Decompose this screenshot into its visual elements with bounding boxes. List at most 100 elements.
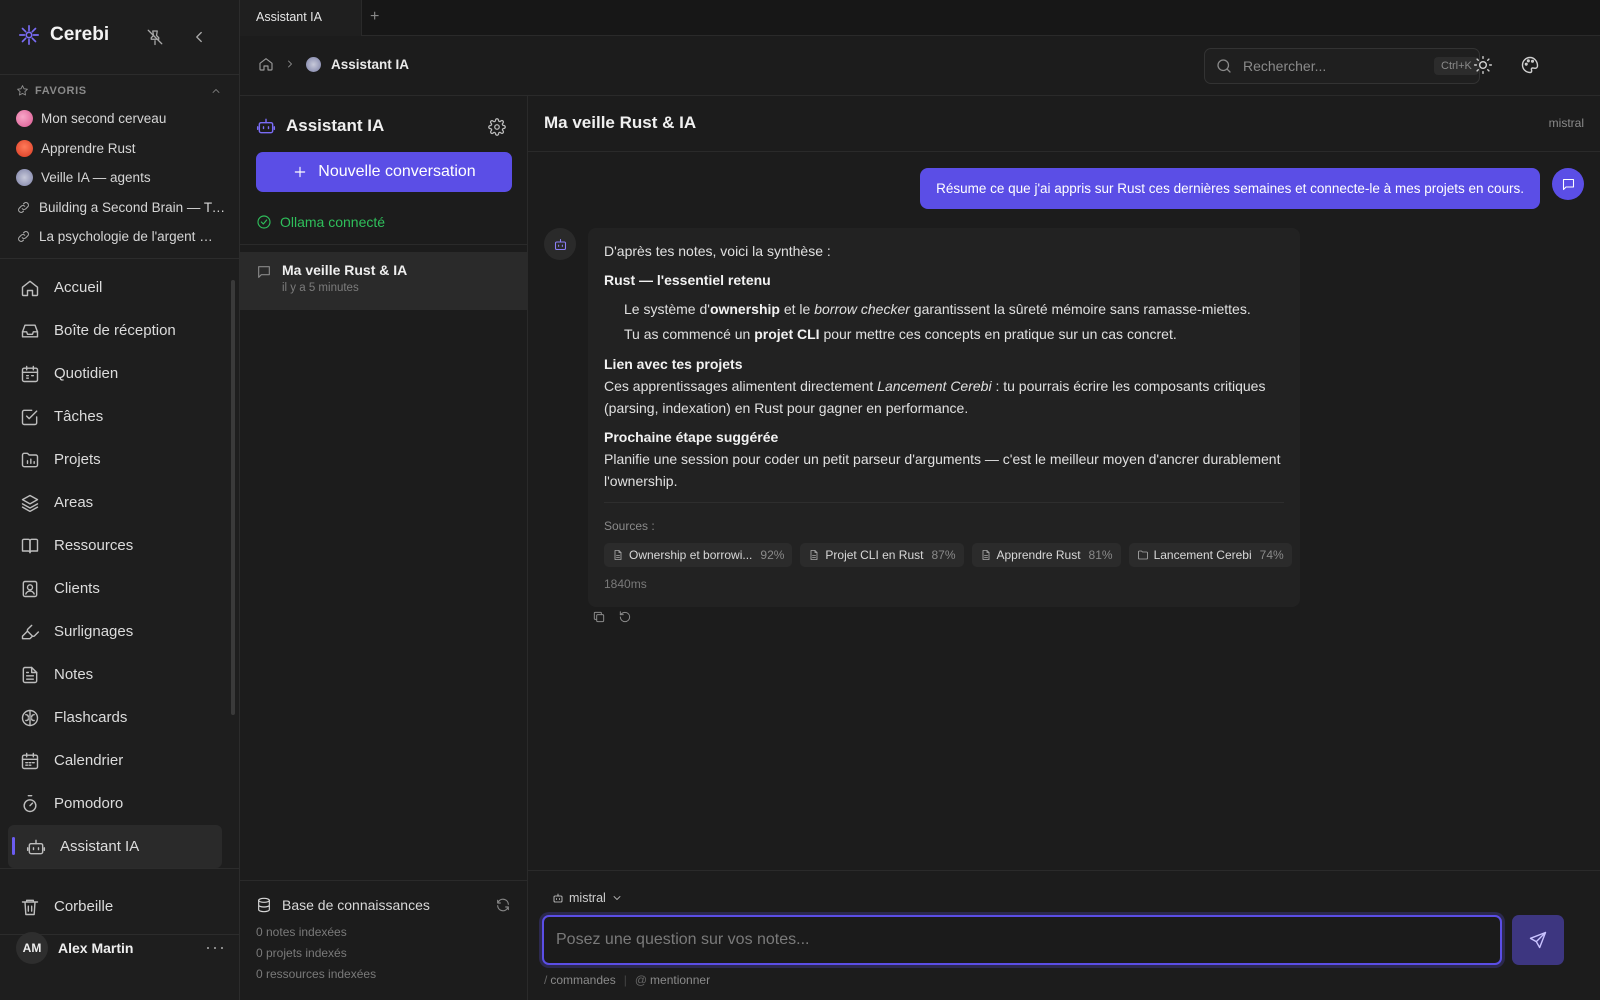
bot-icon bbox=[552, 892, 564, 904]
user-message: Résume ce que j'ai appris sur Rust ces d… bbox=[920, 168, 1540, 209]
brain-icon bbox=[20, 708, 40, 728]
message-actions bbox=[592, 610, 632, 624]
palette-icon[interactable] bbox=[1520, 55, 1540, 75]
inbox-icon bbox=[20, 321, 40, 341]
favorite-item[interactable]: Veille IA — agents bbox=[16, 163, 226, 193]
sun-icon[interactable] bbox=[1473, 55, 1493, 75]
nav-item-taches[interactable]: Tâches bbox=[8, 395, 222, 438]
bot-icon bbox=[26, 837, 46, 857]
nav-item-clients[interactable]: Clients bbox=[8, 567, 222, 610]
ollama-status: Ollama connecté bbox=[256, 214, 385, 230]
composer-hints: / commandes | @ mentionner bbox=[544, 973, 711, 987]
cerebi-logo-icon bbox=[18, 24, 40, 46]
chat-model-label: mistral bbox=[1548, 116, 1584, 130]
star-icon bbox=[16, 84, 29, 97]
sources-list: Ownership et borrowi... 92% Projet CLI en… bbox=[604, 543, 1292, 567]
composer: mistral /commandes | @mentionner bbox=[528, 870, 1600, 1000]
link-icon bbox=[16, 200, 31, 215]
question-input[interactable] bbox=[542, 915, 1502, 965]
new-conversation-button[interactable]: Nouvelle conversation bbox=[256, 152, 512, 192]
file-icon bbox=[612, 549, 624, 561]
chat-area: Ma veille Rust & IA mistral Résume ce qu… bbox=[528, 96, 1600, 1000]
nav-item-assistant-ia[interactable]: Assistant IA bbox=[8, 825, 222, 868]
robot-emoji-icon bbox=[16, 169, 33, 187]
breadcrumb-current[interactable]: Assistant IA bbox=[331, 57, 409, 72]
copy-icon[interactable] bbox=[592, 610, 606, 624]
conversation-panel: Assistant IA Nouvelle conversation Ollam… bbox=[240, 96, 528, 1000]
user-name: Alex Martin bbox=[58, 940, 134, 956]
bot-icon bbox=[553, 237, 568, 252]
conversation-item[interactable]: Ma veille Rust & IA il y a 5 minutes bbox=[240, 252, 527, 310]
send-button[interactable] bbox=[1512, 915, 1564, 965]
nav-item-notes[interactable]: Notes bbox=[8, 653, 222, 696]
tab-bar: Assistant IA + bbox=[240, 0, 1600, 36]
nav-item-areas[interactable]: Areas bbox=[8, 481, 222, 524]
gear-icon[interactable] bbox=[488, 118, 506, 136]
chevron-up-icon[interactable] bbox=[210, 85, 222, 97]
answer-section-title: Rust — l'essentiel retenu bbox=[604, 272, 771, 288]
contact-icon bbox=[20, 579, 40, 599]
favorites-header[interactable]: FAVORIS bbox=[16, 84, 222, 97]
answer-intro: D'après tes notes, voici la synthèse : bbox=[604, 243, 831, 259]
regenerate-icon[interactable] bbox=[618, 610, 632, 624]
kb-title: Base de connaissances bbox=[282, 897, 430, 913]
brain-emoji-icon bbox=[16, 110, 33, 128]
search-input[interactable] bbox=[1243, 58, 1424, 74]
timer-icon bbox=[20, 794, 40, 814]
source-chip[interactable]: Projet CLI en Rust 87% bbox=[800, 543, 964, 567]
nav-item-accueil[interactable]: Accueil bbox=[8, 266, 222, 309]
breadcrumb: Assistant IA bbox=[258, 56, 409, 72]
more-icon[interactable]: ··· bbox=[205, 937, 226, 958]
hint-commands: / commandes bbox=[544, 973, 616, 987]
file-icon bbox=[808, 549, 820, 561]
source-chip[interactable]: Lancement Cerebi 74% bbox=[1128, 543, 1292, 567]
favorite-item[interactable]: Mon second cerveau bbox=[16, 104, 226, 134]
response-latency: 1840ms bbox=[604, 577, 647, 591]
kb-stat-resources: 0 ressources indexées bbox=[256, 967, 377, 981]
calendar-day-icon bbox=[20, 364, 40, 384]
folder-icon bbox=[1137, 549, 1149, 561]
assistant-message: D'après tes notes, voici la synthèse : R… bbox=[588, 228, 1300, 607]
brand[interactable]: Cerebi bbox=[18, 24, 109, 46]
tab-assistant-ia[interactable]: Assistant IA bbox=[240, 0, 362, 36]
header: Assistant IA Ctrl+K bbox=[240, 36, 1600, 96]
robot-emoji-icon bbox=[306, 56, 321, 72]
main-nav: Accueil Boîte de réception Quotidien Tâc… bbox=[8, 266, 222, 868]
favorite-item[interactable]: Apprendre Rust bbox=[16, 134, 226, 164]
conversation-time: il y a 5 minutes bbox=[282, 282, 359, 294]
check-circle-icon bbox=[256, 214, 272, 230]
nav-item-inbox[interactable]: Boîte de réception bbox=[8, 309, 222, 352]
home-icon[interactable] bbox=[258, 56, 274, 72]
folder-chart-icon bbox=[20, 450, 40, 470]
nav-item-corbeille[interactable]: Corbeille bbox=[8, 885, 222, 928]
answer-bullet: Tu as commencé un projet CLI pour mettre… bbox=[624, 326, 1177, 342]
nav-item-ressources[interactable]: Ressources bbox=[8, 524, 222, 567]
refresh-icon[interactable] bbox=[495, 897, 511, 913]
kb-stat-notes: 0 notes indexées bbox=[256, 925, 347, 939]
favorite-item[interactable]: La psychologie de l'argent — ... bbox=[16, 222, 226, 252]
nav-item-surlignages[interactable]: Surlignages bbox=[8, 610, 222, 653]
nav-item-pomodoro[interactable]: Pomodoro bbox=[8, 782, 222, 825]
calendar-icon bbox=[20, 751, 40, 771]
nav-item-calendrier[interactable]: Calendrier bbox=[8, 739, 222, 782]
nav-item-quotidien[interactable]: Quotidien bbox=[8, 352, 222, 395]
sidebar-scrollbar[interactable] bbox=[231, 280, 235, 715]
message-square-icon bbox=[1561, 177, 1576, 192]
user-profile[interactable]: AM Alex Martin ··· bbox=[16, 932, 226, 964]
collapse-sidebar-icon[interactable] bbox=[190, 28, 208, 46]
trash-section: Corbeille bbox=[8, 885, 222, 928]
search-box[interactable]: Ctrl+K bbox=[1204, 48, 1480, 84]
unpin-icon[interactable] bbox=[146, 28, 164, 46]
source-chip[interactable]: Ownership et borrowi... 92% bbox=[604, 543, 793, 567]
panel-title: Assistant IA bbox=[256, 116, 384, 136]
favorite-item[interactable]: Building a Second Brain — Tia... bbox=[16, 193, 226, 223]
source-chip[interactable]: Apprendre Rust 81% bbox=[971, 543, 1121, 567]
layers-icon bbox=[20, 493, 40, 513]
file-icon bbox=[980, 549, 992, 561]
add-tab-icon[interactable]: + bbox=[370, 8, 379, 26]
model-selector[interactable]: mistral bbox=[552, 891, 623, 905]
nav-item-flashcards[interactable]: Flashcards bbox=[8, 696, 222, 739]
answer-paragraph: Ces apprentissages alimentent directemen… bbox=[604, 378, 1266, 416]
nav-item-projets[interactable]: Projets bbox=[8, 438, 222, 481]
highlighter-icon bbox=[20, 622, 40, 642]
